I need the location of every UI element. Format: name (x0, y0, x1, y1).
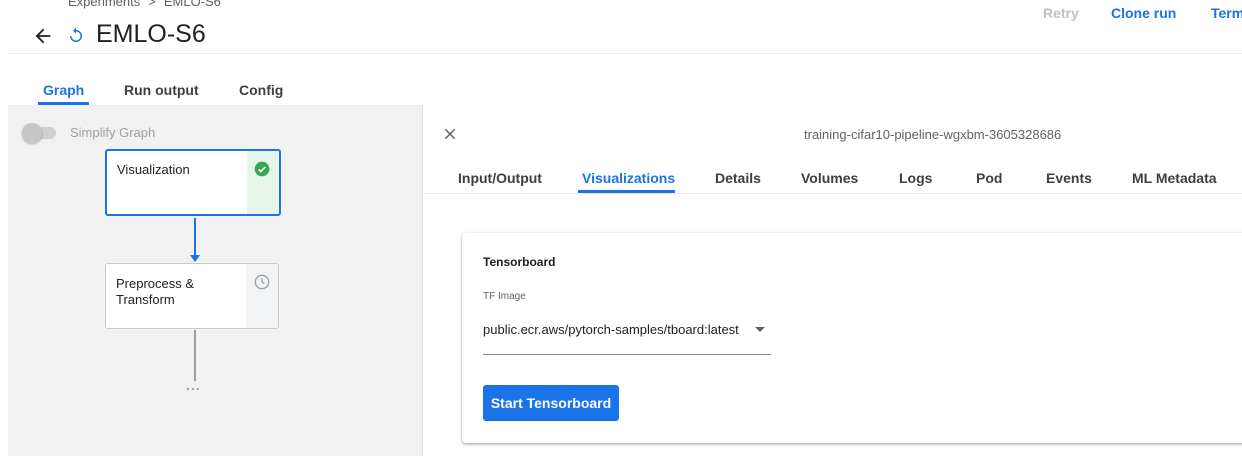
clone-run-button[interactable]: Clone run (1111, 5, 1176, 21)
retry-button[interactable]: Retry (1043, 5, 1079, 21)
check-circle-icon (254, 161, 270, 177)
breadcrumb: Experiments > EMLO-S6 (68, 0, 221, 9)
page-title: EMLO-S6 (96, 20, 206, 48)
chevron-down-icon (755, 327, 765, 332)
graph-node-preprocess-transform[interactable]: Preprocess & Transform (105, 263, 279, 329)
tab-pod[interactable]: Pod (976, 170, 1002, 186)
breadcrumb-separator: > (148, 0, 156, 9)
close-icon[interactable] (441, 125, 459, 143)
node-status-area (247, 151, 279, 214)
graph-node-visualization[interactable]: Visualization (105, 149, 281, 216)
breadcrumb-current[interactable]: EMLO-S6 (164, 0, 221, 9)
node-details-panel: training-cifar10-pipeline-wgxbm-36053286… (424, 105, 1242, 456)
header-divider (8, 53, 1242, 54)
more-steps-indicator[interactable]: ... (186, 377, 201, 393)
terminate-button[interactable]: Term (1211, 5, 1242, 21)
tf-image-label: TF Image (483, 291, 526, 302)
tabs-divider (424, 193, 1242, 194)
tab-graph[interactable]: Graph (43, 82, 84, 98)
tensorboard-card: Tensorboard TF Image public.ecr.aws/pyto… (462, 233, 1242, 443)
tab-run-output[interactable]: Run output (124, 82, 199, 98)
card-title: Tensorboard (483, 255, 556, 269)
start-tensorboard-button[interactable]: Start Tensorboard (483, 385, 619, 421)
node-label: Visualization (117, 162, 190, 177)
tab-ml-metadata[interactable]: ML Metadata (1132, 170, 1217, 186)
tab-visualizations[interactable]: Visualizations (582, 170, 675, 186)
edge-arrowhead (190, 255, 200, 262)
tf-image-select[interactable]: public.ecr.aws/pytorch-samples/tboard:la… (483, 317, 771, 355)
running-status-icon (70, 27, 82, 42)
arrow-back-icon[interactable] (32, 25, 54, 47)
clock-icon (254, 274, 270, 290)
tab-volumes[interactable]: Volumes (801, 170, 858, 186)
breadcrumb-experiments-link[interactable]: Experiments (68, 0, 140, 9)
tab-details[interactable]: Details (715, 170, 761, 186)
tab-logs[interactable]: Logs (899, 170, 932, 186)
node-label: Preprocess & Transform (116, 276, 195, 307)
tab-events[interactable]: Events (1046, 170, 1092, 186)
tab-config[interactable]: Config (239, 82, 283, 98)
tab-input-output[interactable]: Input/Output (458, 170, 542, 186)
tf-image-value: public.ecr.aws/pytorch-samples/tboard:la… (483, 322, 739, 337)
pod-name: training-cifar10-pipeline-wgxbm-36053286… (804, 127, 1062, 142)
node-status-area (246, 264, 278, 328)
graph-panel: Simplify Graph Visualization Preprocess … (8, 105, 423, 456)
run-details-page: Experiments > EMLO-S6 EMLO-S6 Retry Clone … (0, 0, 1242, 456)
